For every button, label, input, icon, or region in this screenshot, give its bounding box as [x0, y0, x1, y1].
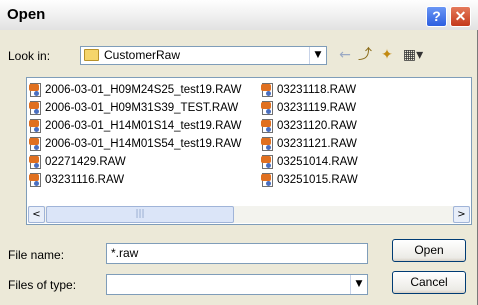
close-button[interactable]: ✕	[450, 6, 471, 27]
scroll-left-button[interactable]: <	[28, 206, 45, 223]
raw-file-icon	[261, 83, 274, 97]
horizontal-scrollbar[interactable]: < ||| >	[28, 206, 470, 223]
file-column-right: 03231118.RAW 03231119.RAW 03231120.RAW 0323…	[261, 81, 358, 189]
files-of-type-combo[interactable]: ▼	[106, 274, 368, 295]
file-name: 2006-03-01_H09M24S25_test19.RAW	[45, 84, 242, 96]
raw-file-icon	[29, 119, 42, 133]
file-name: 03231119.RAW	[277, 102, 357, 114]
file-name: 03251015.RAW	[277, 174, 358, 186]
files-of-type-label: Files of type:	[8, 278, 77, 292]
file-name-input[interactable]: *.raw	[106, 243, 368, 264]
raw-file-icon	[261, 119, 274, 133]
file-name: 03231120.RAW	[277, 120, 357, 132]
raw-file-icon	[29, 83, 42, 97]
file-item[interactable]: 03231116.RAW	[29, 171, 241, 189]
scroll-thumb[interactable]: |||	[46, 206, 234, 223]
window-title: Open	[7, 6, 46, 23]
file-name-label: File name:	[8, 248, 65, 262]
file-item[interactable]: 03231121.RAW	[261, 135, 358, 153]
open-dialog: Open ? ✕ Look in: CustomerRaw ▼ ← ⤴ ✦ ▦▾…	[0, 0, 478, 305]
raw-file-icon	[261, 155, 274, 169]
chevron-down-icon[interactable]: ▼	[309, 47, 326, 64]
cancel-button[interactable]: Cancel	[392, 271, 466, 294]
raw-file-icon	[29, 155, 42, 169]
raw-file-icon	[29, 101, 42, 115]
file-name: 03231121.RAW	[277, 138, 357, 150]
file-item[interactable]: 2006-03-01_H14M01S54_test19.RAW	[29, 135, 241, 153]
new-folder-icon[interactable]: ✦	[378, 46, 396, 64]
look-in-value: CustomerRaw	[104, 48, 181, 62]
file-item[interactable]: 03251014.RAW	[261, 153, 358, 171]
file-item[interactable]: 03231120.RAW	[261, 117, 358, 135]
views-menu-icon[interactable]: ▦▾	[400, 46, 426, 64]
folder-icon	[84, 49, 99, 61]
file-name-value: *.raw	[111, 246, 139, 260]
open-button[interactable]: Open	[392, 239, 466, 262]
raw-file-icon	[261, 137, 274, 151]
file-item[interactable]: 02271429.RAW	[29, 153, 241, 171]
file-name: 03231116.RAW	[45, 174, 125, 186]
file-item[interactable]: 03231119.RAW	[261, 99, 358, 117]
file-name: 02271429.RAW	[45, 156, 126, 168]
file-name: 2006-03-01_H14M01S14_test19.RAW	[45, 120, 242, 132]
scroll-right-button[interactable]: >	[453, 206, 470, 223]
look-in-label: Look in:	[8, 49, 51, 63]
file-column-left: 2006-03-01_H09M24S25_test19.RAW 2006-03-0…	[29, 81, 241, 189]
file-item[interactable]: 2006-03-01_H14M01S14_test19.RAW	[29, 117, 241, 135]
raw-file-icon	[261, 173, 274, 187]
file-item[interactable]: 03231118.RAW	[261, 81, 358, 99]
title-bar[interactable]: Open ? ✕	[0, 0, 478, 30]
file-name: 2006-03-01_H09M31S39_TEST.RAW	[45, 102, 239, 114]
help-button[interactable]: ?	[426, 6, 447, 27]
file-name: 2006-03-01_H14M01S54_test19.RAW	[45, 138, 242, 150]
file-item[interactable]: 2006-03-01_H09M24S25_test19.RAW	[29, 81, 241, 99]
raw-file-icon	[261, 101, 274, 115]
file-name: 03231118.RAW	[277, 84, 357, 96]
raw-file-icon	[29, 137, 42, 151]
file-item[interactable]: 2006-03-01_H09M31S39_TEST.RAW	[29, 99, 241, 117]
look-in-combo[interactable]: CustomerRaw ▼	[80, 46, 327, 65]
raw-file-icon	[29, 173, 42, 187]
up-folder-icon[interactable]: ⤴	[356, 46, 374, 64]
file-item[interactable]: 03251015.RAW	[261, 171, 358, 189]
chevron-down-icon[interactable]: ▼	[350, 275, 367, 294]
file-name: 03251014.RAW	[277, 156, 358, 168]
file-list[interactable]: 2006-03-01_H09M24S25_test19.RAW 2006-03-0…	[26, 77, 472, 225]
back-icon[interactable]: ←	[336, 46, 354, 64]
